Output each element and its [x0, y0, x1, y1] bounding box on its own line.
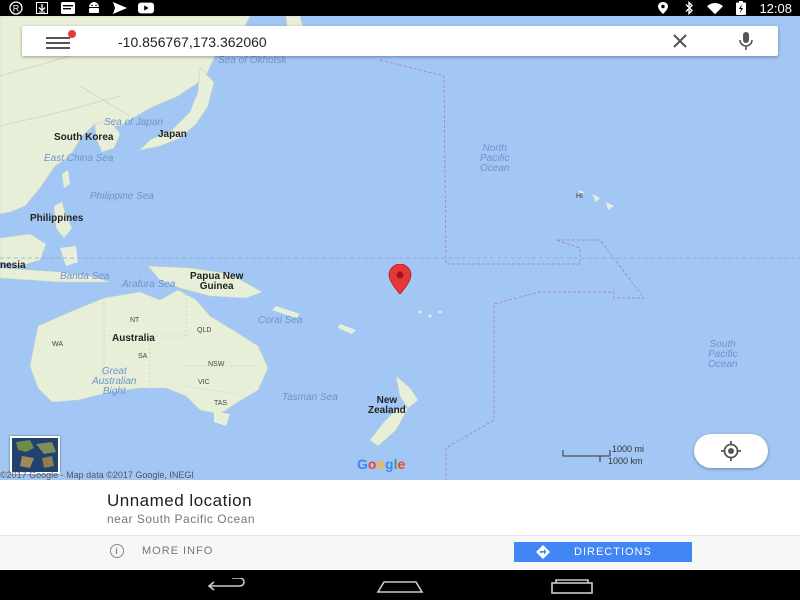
label-east-china-sea: East China Sea	[44, 153, 114, 164]
bluetooth-icon	[681, 1, 697, 15]
youtube-icon	[138, 2, 154, 14]
home-button[interactable]	[376, 576, 424, 596]
label-hi: HI	[576, 193, 583, 200]
label-arafura-sea: Arafura Sea	[122, 279, 176, 290]
logo-letter: o	[376, 456, 386, 472]
info-icon: i	[110, 544, 124, 558]
label-coral-sea: Coral Sea	[258, 315, 303, 326]
place-subtitle: near South Pacific Ocean	[107, 512, 256, 526]
label-nt: NT	[130, 317, 140, 324]
label-sea-of-okhotsk: Sea of Okhotsk	[218, 55, 287, 66]
label-south-pacific-ocean: South Pacific Ocean	[708, 339, 738, 370]
status-bar: R 12:08	[0, 0, 800, 16]
location-pin-icon[interactable]	[387, 263, 413, 295]
crosshair-icon	[721, 441, 741, 461]
google-logo: Google	[357, 456, 405, 472]
map-attribution: ©2017 Google - Map data ©2017 Google, IN…	[0, 470, 194, 480]
label-great-australian-bight: Great Australian Bight	[92, 366, 137, 397]
android-icon	[86, 2, 102, 14]
message-icon	[60, 2, 76, 14]
logo-letter: g	[385, 456, 394, 472]
label-japan: Japan	[158, 129, 187, 140]
voice-search-button[interactable]	[736, 31, 756, 51]
home-icon	[376, 581, 424, 593]
hamburger-line	[46, 42, 70, 44]
label-wa: WA	[52, 341, 64, 348]
my-location-button[interactable]	[694, 434, 768, 468]
label-qld: QLD	[197, 327, 212, 334]
close-icon	[673, 34, 687, 48]
label-indonesia: nesia	[0, 260, 26, 271]
clear-search-button[interactable]	[670, 32, 690, 50]
system-icons: 12:08	[655, 0, 792, 16]
send-icon	[112, 2, 128, 14]
location-icon	[655, 2, 671, 14]
label-nsw: NSW	[208, 361, 225, 368]
label-tas: TAS	[214, 400, 228, 407]
scale-kilometers: 1000 km	[608, 456, 643, 466]
label-north-pacific-ocean: North Pacific Ocean	[480, 143, 510, 174]
wifi-icon	[707, 2, 724, 14]
label-new-zealand: New Zealand	[368, 395, 406, 416]
more-info-button[interactable]: i MORE INFO	[110, 544, 213, 558]
directions-label: DIRECTIONS	[574, 546, 652, 558]
back-button[interactable]	[204, 576, 252, 596]
more-info-label: MORE INFO	[142, 545, 214, 557]
label-banda-sea: Banda Sea	[60, 271, 110, 282]
logo-letter: e	[397, 456, 406, 472]
registered-icon: R	[8, 1, 24, 15]
sheet-actions: i MORE INFO DIRECTIONS	[0, 535, 800, 571]
back-arrow-icon	[207, 578, 245, 591]
search-input[interactable]	[116, 31, 620, 53]
recents-button[interactable]	[548, 576, 596, 596]
clock: 12:08	[759, 0, 792, 16]
directions-icon	[536, 545, 550, 559]
label-tasman-sea: Tasman Sea	[282, 392, 338, 403]
label-australia: Australia	[112, 333, 155, 344]
label-south-korea: South Korea	[54, 132, 114, 143]
place-title: Unnamed location	[107, 491, 253, 510]
label-vic: VIC	[198, 379, 210, 386]
logo-letter: G	[357, 456, 368, 472]
label-philippine-sea: Philippine Sea	[90, 191, 154, 202]
download-icon	[34, 2, 50, 14]
battery-charging-icon	[733, 1, 749, 15]
recents-icon	[551, 579, 593, 594]
scale-miles: 1000 mi	[612, 444, 645, 454]
hamburger-line	[46, 47, 70, 49]
map-view[interactable]: Sea of Okhotsk Sea of Japan South Korea …	[0, 16, 800, 480]
label-sea-of-japan: Sea of Japan	[104, 117, 163, 128]
microphone-icon	[739, 32, 753, 50]
satellite-layer-button[interactable]	[10, 436, 60, 474]
satellite-thumbnail-icon	[12, 438, 58, 472]
hamburger-icon	[46, 37, 70, 39]
label-papua-new-guinea: Papua New Guinea	[190, 271, 244, 292]
svg-text:R: R	[13, 4, 20, 14]
directions-button[interactable]: DIRECTIONS	[514, 542, 692, 562]
menu-button[interactable]	[46, 30, 76, 49]
label-philippines: Philippines	[30, 213, 84, 224]
notification-dot	[68, 30, 76, 38]
label-sa: SA	[138, 353, 148, 360]
search-bar	[22, 26, 778, 56]
navigation-bar	[0, 570, 800, 600]
notification-icons: R	[8, 0, 154, 16]
